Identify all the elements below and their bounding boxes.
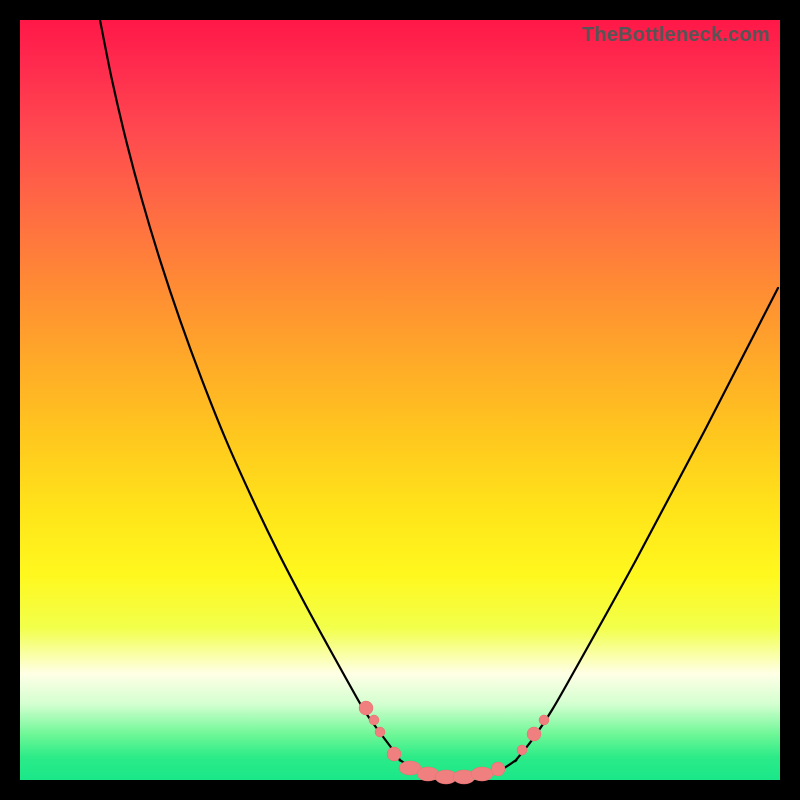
valley-marker <box>471 767 493 781</box>
bottleneck-curve <box>20 20 780 780</box>
valley-marker <box>491 762 505 776</box>
curve-line <box>100 20 778 777</box>
valley-marker <box>359 701 373 715</box>
valley-marker <box>539 715 549 725</box>
valley-marker <box>527 727 541 741</box>
plot-area: TheBottleneck.com <box>20 20 780 780</box>
valley-marker <box>375 727 385 737</box>
valley-marker <box>387 747 401 761</box>
chart-frame: TheBottleneck.com <box>0 0 800 800</box>
valley-marker <box>369 715 379 725</box>
valley-marker <box>517 745 527 755</box>
